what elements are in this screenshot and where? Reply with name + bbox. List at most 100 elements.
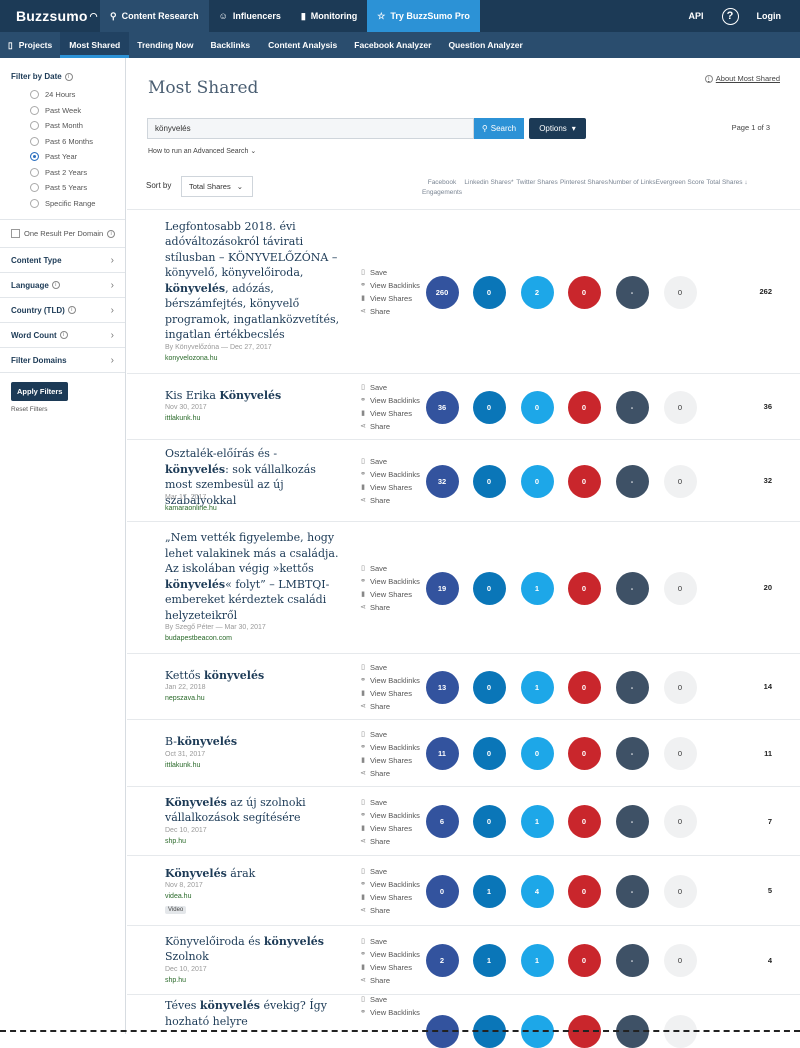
twitter-shares[interactable]: 1 xyxy=(520,670,554,704)
action-view-backlinks[interactable]: ⚭ View Backlinks xyxy=(359,394,420,407)
date-option-past-year[interactable]: Past Year xyxy=(11,149,125,165)
action-share[interactable]: ⋖ Share xyxy=(359,835,420,848)
action-view-backlinks[interactable]: ⚭ View Backlinks xyxy=(359,575,420,588)
date-option-past-6-months[interactable]: Past 6 Months xyxy=(11,134,125,150)
action-save[interactable]: ▯ Save xyxy=(359,865,420,878)
radio-icon[interactable] xyxy=(30,90,39,100)
action-save[interactable]: ▯ Save xyxy=(359,381,420,394)
twitter-shares[interactable]: 0 xyxy=(520,737,554,770)
action-share[interactable]: ⋖ Share xyxy=(359,601,420,614)
action-view-shares[interactable]: ▮ View Shares xyxy=(359,407,420,420)
buzzsumo-logo[interactable]: Buzzsumo ◠ xyxy=(0,0,100,32)
result-domain[interactable]: budapestbeacon.com xyxy=(165,635,232,642)
help-icon[interactable]: ? xyxy=(721,7,739,25)
evergreen-score[interactable]: 0 xyxy=(663,571,697,605)
linkedin-shares[interactable]: 0 xyxy=(472,275,506,309)
number-of-links[interactable]: - xyxy=(615,390,649,424)
options-button[interactable]: Options ▾ xyxy=(529,118,586,139)
number-of-links[interactable]: - xyxy=(615,737,649,770)
tab-trending-now[interactable]: Trending Now xyxy=(129,32,201,58)
evergreen-score[interactable]: 0 xyxy=(663,944,697,977)
pinterest-shares[interactable]: 0 xyxy=(567,571,601,605)
api-link[interactable]: API xyxy=(688,11,703,21)
number-of-links[interactable]: - xyxy=(615,874,649,908)
nav-try-pro[interactable]: ☆ Try BuzzSumo Pro xyxy=(367,0,480,32)
column-header[interactable]: Total Shares ↓ xyxy=(697,178,757,188)
date-option-past-5-years[interactable]: Past 5 Years xyxy=(11,180,125,196)
facebook-engagements[interactable]: 0 xyxy=(425,874,459,908)
date-option-past-week[interactable]: Past Week xyxy=(11,103,125,119)
tab-facebook-analyzer[interactable]: Facebook Analyzer xyxy=(346,32,439,58)
action-share[interactable]: ⋖ Share xyxy=(359,700,420,713)
login-link[interactable]: Login xyxy=(757,11,782,21)
search-input[interactable]: könyvelés xyxy=(147,118,474,139)
search-button[interactable]: ⚲ Search xyxy=(474,118,524,139)
filter-content-type[interactable]: Content Type › xyxy=(0,247,125,272)
evergreen-score[interactable]: 0 xyxy=(663,275,697,309)
action-save[interactable]: ▯ Save xyxy=(359,661,420,674)
result-domain[interactable]: videa.hu xyxy=(165,893,191,900)
action-view-backlinks[interactable]: ⚭ View Backlinks xyxy=(359,948,420,961)
action-view-backlinks[interactable]: ⚭ View Backlinks xyxy=(359,468,420,481)
evergreen-score[interactable]: 0 xyxy=(663,737,697,770)
sort-select[interactable]: Total Shares ⌄ xyxy=(181,176,253,197)
date-option-specific-range[interactable]: Specific Range xyxy=(11,196,125,212)
apply-filters-button[interactable]: Apply Filters xyxy=(11,382,69,401)
facebook-engagements[interactable]: 6 xyxy=(425,805,459,838)
info-icon[interactable]: i xyxy=(64,72,73,81)
checkbox-icon[interactable] xyxy=(11,229,20,238)
number-of-links[interactable]: - xyxy=(615,670,649,704)
facebook-engagements[interactable]: 36 xyxy=(425,390,459,424)
number-of-links[interactable]: - xyxy=(615,944,649,977)
action-view-backlinks[interactable]: ⚭ View Backlinks xyxy=(359,809,420,822)
info-icon[interactable]: i xyxy=(51,281,60,289)
result-title-link[interactable]: B-könyvelés xyxy=(165,734,340,750)
tab-most-shared[interactable]: Most Shared xyxy=(60,32,130,58)
pinterest-shares[interactable]: 0 xyxy=(567,670,601,704)
action-share[interactable]: ⋖ Share xyxy=(359,767,420,780)
result-domain[interactable]: nepszava.hu xyxy=(165,695,205,702)
one-result-per-domain-checkbox[interactable]: One Result Per Domain i xyxy=(0,220,125,247)
radio-icon[interactable] xyxy=(30,167,39,177)
linkedin-shares[interactable]: 1 xyxy=(472,944,506,977)
action-view-shares[interactable]: ▮ View Shares xyxy=(359,754,420,767)
action-view-shares[interactable]: ▮ View Shares xyxy=(359,292,420,305)
result-title-link[interactable]: „Nem vették figyelembe, hogy lehet valak… xyxy=(165,530,340,623)
facebook-engagements[interactable]: 2 xyxy=(425,944,459,977)
linkedin-shares[interactable]: 0 xyxy=(472,464,506,498)
radio-icon[interactable] xyxy=(30,105,39,115)
action-save[interactable]: ▯ Save xyxy=(359,562,420,575)
twitter-shares[interactable]: 0 xyxy=(520,390,554,424)
result-domain[interactable]: shp.hu xyxy=(165,838,186,845)
info-icon[interactable]: i xyxy=(59,331,68,339)
result-title-link[interactable]: Könyvelőiroda és könyvelés Szolnok xyxy=(165,934,340,965)
radio-icon[interactable] xyxy=(30,198,39,208)
result-domain[interactable]: konyvelozona.hu xyxy=(165,355,218,362)
result-title-link[interactable]: Könyvelés az új szolnoki vállalkozások s… xyxy=(165,795,340,826)
action-view-shares[interactable]: ▮ View Shares xyxy=(359,481,420,494)
tab-projects[interactable]: ▯ Projects xyxy=(0,32,60,58)
result-domain[interactable]: ittlakunk.hu xyxy=(165,762,200,769)
info-icon[interactable]: i xyxy=(67,306,76,314)
number-of-links[interactable]: - xyxy=(615,275,649,309)
advanced-search-link[interactable]: How to run an Advanced Search ⌄ xyxy=(148,147,256,155)
action-view-shares[interactable]: ▮ View Shares xyxy=(359,961,420,974)
number-of-links[interactable]: - xyxy=(615,464,649,498)
evergreen-score[interactable]: 0 xyxy=(663,390,697,424)
action-share[interactable]: ⋖ Share xyxy=(359,494,420,507)
twitter-shares[interactable]: 1 xyxy=(520,944,554,977)
radio-icon[interactable] xyxy=(30,136,39,146)
evergreen-score[interactable]: 0 xyxy=(663,874,697,908)
action-save[interactable]: ▯ Save xyxy=(359,455,420,468)
result-domain[interactable]: kamaraonline.hu xyxy=(165,505,217,512)
result-domain[interactable]: ittlakunk.hu xyxy=(165,415,200,422)
linkedin-shares[interactable]: 0 xyxy=(472,805,506,838)
result-domain[interactable]: shp.hu xyxy=(165,977,186,984)
result-title-link[interactable]: Legfontosabb 2018. évi adóváltozásokról … xyxy=(165,219,340,343)
result-title-link[interactable]: Kettős könyvelés xyxy=(165,668,340,684)
about-most-shared-link[interactable]: i About Most Shared xyxy=(704,74,780,83)
pinterest-shares[interactable]: 0 xyxy=(567,275,601,309)
pinterest-shares[interactable]: 0 xyxy=(567,874,601,908)
linkedin-shares[interactable]: 0 xyxy=(472,571,506,605)
action-view-shares[interactable]: ▮ View Shares xyxy=(359,588,420,601)
